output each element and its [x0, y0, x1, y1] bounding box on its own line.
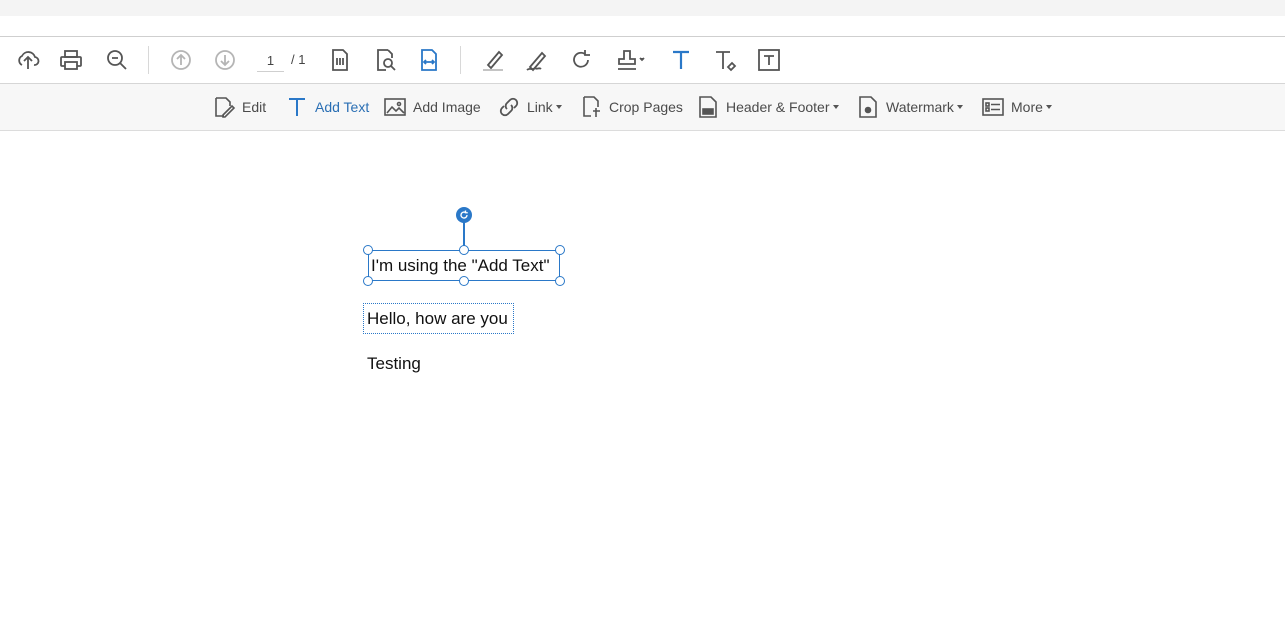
- zoom-page-icon[interactable]: [370, 45, 400, 75]
- stamp-icon[interactable]: [612, 45, 648, 75]
- add-text-button[interactable]: Add Text: [285, 95, 369, 119]
- add-image-button[interactable]: Add Image: [383, 95, 481, 119]
- link-dropdown[interactable]: Link: [497, 95, 562, 119]
- main-toolbar: / 1: [0, 37, 1285, 84]
- link-label: Link: [527, 99, 553, 115]
- page-number-input[interactable]: [257, 49, 284, 72]
- resize-handle-top-left[interactable]: [363, 245, 373, 255]
- crop-pages-label: Crop Pages: [609, 99, 683, 115]
- resize-handle-top-center[interactable]: [459, 245, 469, 255]
- header-footer-icon: [699, 96, 717, 118]
- more-icon: [982, 98, 1004, 116]
- header-footer-dropdown[interactable]: Header & Footer: [696, 95, 839, 119]
- watermark-label: Watermark: [886, 99, 954, 115]
- fit-width-icon[interactable]: [414, 45, 444, 75]
- resize-handle-top-right[interactable]: [555, 245, 565, 255]
- edit-pdf-toolbar: Edit Add Text Add Image Link Crop Pages …: [0, 84, 1285, 131]
- page-total-label: / 1: [291, 52, 306, 67]
- rotation-handle-icon[interactable]: [456, 207, 472, 223]
- add-text-icon[interactable]: [666, 45, 696, 75]
- print-icon[interactable]: [56, 45, 86, 75]
- window-gap: [0, 16, 1285, 37]
- plain-text-box[interactable]: Testing: [367, 354, 421, 374]
- selected-text-content[interactable]: I'm using the "Add Text": [371, 256, 549, 276]
- chevron-down-icon: [1045, 105, 1052, 109]
- text-box-icon[interactable]: [754, 45, 784, 75]
- hovered-text-box[interactable]: Hello, how are you: [363, 303, 514, 334]
- resize-handle-bottom-left[interactable]: [363, 276, 373, 286]
- edit-button[interactable]: Edit: [212, 95, 266, 119]
- document-canvas[interactable]: [0, 131, 1285, 632]
- more-dropdown[interactable]: More: [981, 95, 1052, 119]
- page-down-icon[interactable]: [210, 45, 240, 75]
- edit-label: Edit: [242, 99, 267, 115]
- chevron-down-icon: [555, 105, 562, 109]
- toolbar-divider: [148, 46, 149, 74]
- more-label: More: [1011, 99, 1043, 115]
- chevron-down-icon: [832, 105, 839, 109]
- sign-icon[interactable]: [522, 45, 552, 75]
- chevron-down-icon: [956, 105, 963, 109]
- zoom-out-icon[interactable]: [102, 45, 132, 75]
- crop-icon: [583, 96, 600, 117]
- clear-format-icon[interactable]: [710, 45, 740, 75]
- window-top-strip: [0, 0, 1285, 16]
- highlight-icon[interactable]: [478, 45, 508, 75]
- image-icon: [384, 98, 406, 116]
- edit-icon: [215, 97, 236, 118]
- header-footer-label: Header & Footer: [726, 99, 830, 115]
- resize-handle-bottom-right[interactable]: [555, 276, 565, 286]
- fit-page-icon[interactable]: [325, 45, 355, 75]
- page-up-icon[interactable]: [166, 45, 196, 75]
- toolbar-divider: [460, 46, 461, 74]
- link-icon: [499, 97, 519, 117]
- hovered-text-content[interactable]: Hello, how are you: [367, 309, 508, 329]
- add-image-label: Add Image: [413, 99, 481, 115]
- resize-handle-bottom-center[interactable]: [459, 276, 469, 286]
- watermark-dropdown[interactable]: Watermark: [856, 95, 963, 119]
- rotate-icon[interactable]: [566, 45, 596, 75]
- watermark-icon: [859, 96, 877, 118]
- upload-icon[interactable]: [13, 45, 43, 75]
- crop-pages-button[interactable]: Crop Pages: [579, 95, 683, 119]
- add-text-label: Add Text: [315, 99, 370, 115]
- text-icon: [289, 98, 305, 116]
